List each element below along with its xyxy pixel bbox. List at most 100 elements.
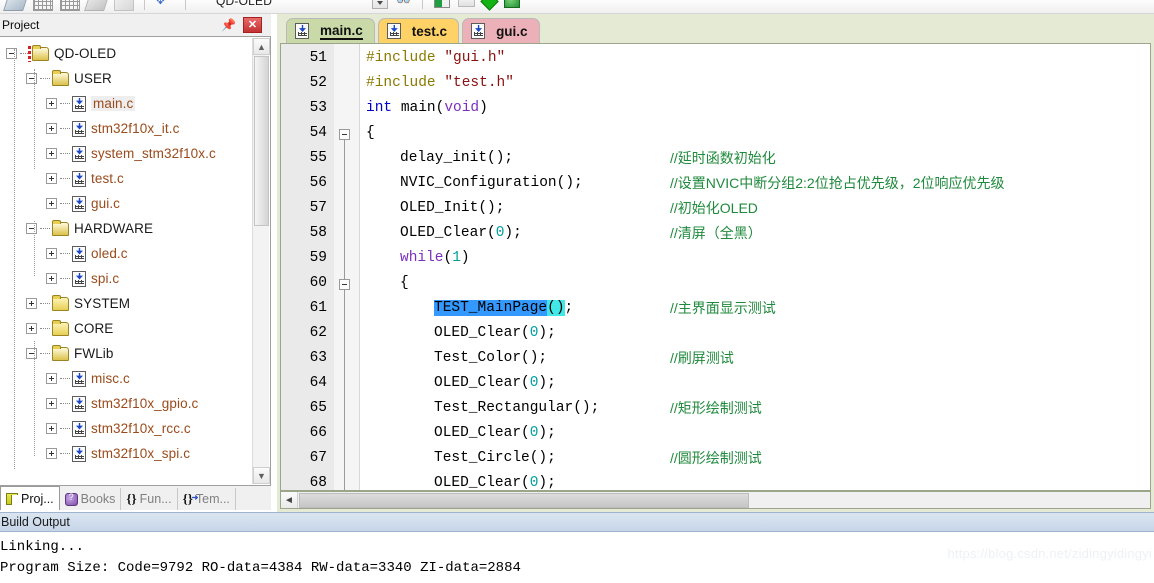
collapse-icon[interactable] (457, 0, 475, 7)
tree-item-label: oled.c (91, 246, 128, 261)
tree-connector (60, 153, 70, 154)
tree-item-stm32f10x-spi-c[interactable]: stm32f10x_spi.c (0, 441, 248, 466)
code-text: #include "gui.h" (366, 46, 505, 71)
tree-item-core[interactable]: CORE (0, 316, 248, 341)
code-text: { (400, 271, 409, 296)
c-file-icon (72, 195, 86, 212)
chevron-left-icon[interactable]: ◄ (281, 492, 298, 508)
close-icon[interactable]: ✕ (243, 17, 262, 33)
code-token: Test_Color (434, 350, 522, 366)
code-editor[interactable]: 51 #include "gui.h" 52 #include "test.h" 53 i… (280, 43, 1151, 491)
panel-tab-books[interactable]: Books (60, 488, 122, 510)
toolbar-icon-group: ✥ (3, 0, 189, 11)
code-token: void (444, 100, 480, 116)
collapse-icon[interactable] (6, 48, 17, 59)
tree-item-label: main.c (91, 96, 136, 111)
expand-icon[interactable] (46, 273, 57, 284)
collapse-icon[interactable] (26, 348, 37, 359)
code-token: ( (521, 325, 530, 341)
folder-open-icon (52, 344, 69, 361)
tree-item-hardware[interactable]: HARDWARE (0, 216, 248, 241)
expand-icon[interactable] (46, 248, 57, 259)
project-panel: Project 📌 ✕ QD-OLED USER main.c stm32f10x_i… (0, 14, 271, 510)
code-line: 63 Test_Color(); //刷屏测试 (281, 346, 1150, 371)
tree-item-test-c[interactable]: test.c (0, 166, 248, 191)
project-tree-scrollbar[interactable]: ▲ ▼ (252, 38, 270, 484)
code-token: (); (556, 175, 583, 191)
debug-icon[interactable] (480, 0, 499, 11)
target-combo-icon[interactable] (372, 0, 388, 9)
tree-item-oled-c[interactable]: oled.c (0, 241, 248, 266)
expand-icon[interactable] (26, 298, 37, 309)
grid-icon-2[interactable] (60, 0, 80, 11)
project-panel-header: Project 📌 ✕ (0, 14, 271, 36)
code-line: 61 TEST_MainPage(); //主界面显示测试 (281, 296, 1150, 321)
expand-icon[interactable] (46, 173, 57, 184)
scrollbar-thumb[interactable] (254, 56, 269, 226)
tree-item-label: USER (74, 71, 112, 86)
sheets-icon[interactable] (84, 0, 110, 11)
project-tree-container[interactable]: QD-OLED USER main.c stm32f10x_it.c system_st… (0, 36, 271, 486)
book-icon[interactable] (3, 0, 29, 11)
panel-tab-proj[interactable]: Proj... (0, 486, 60, 510)
build-all-icon[interactable]: ✥ (155, 0, 175, 11)
tree-item-fwlib[interactable]: FWLib (0, 341, 248, 366)
tree-item-label: gui.c (91, 196, 121, 211)
window-icon[interactable] (433, 0, 450, 8)
tree-item-label: test.c (91, 171, 124, 186)
tree-item-stm32f10x-gpio-c[interactable]: stm32f10x_gpio.c (0, 391, 248, 416)
panel-tab-fun[interactable]: {} Fun... (121, 488, 178, 510)
binoculars-icon[interactable]: 👓 (396, 0, 411, 8)
tree-item-qd-oled[interactable]: QD-OLED (0, 41, 248, 66)
collapse-icon[interactable] (26, 223, 37, 234)
expand-icon[interactable] (46, 123, 57, 134)
panel-tab-tem[interactable]: {}Tem... (178, 488, 236, 510)
tree-item-system[interactable]: SYSTEM (0, 291, 248, 316)
c-file-icon (72, 420, 86, 437)
tree-item-user[interactable]: USER (0, 66, 248, 91)
build-output-header: Build Output (0, 512, 1154, 532)
panel-tab-label: Books (80, 492, 116, 506)
editor-tab-mainc[interactable]: main.c (286, 18, 375, 43)
expand-icon[interactable] (46, 98, 57, 109)
tree-item-stm32f10x-rcc-c[interactable]: stm32f10x_rcc.c (0, 416, 248, 441)
browse-icon[interactable] (503, 0, 520, 8)
code-text: OLED_Clear(0); (434, 421, 556, 446)
tree-item-misc-c[interactable]: misc.c (0, 366, 248, 391)
tree-guide-line-3 (34, 341, 35, 456)
tree-item-spi-c[interactable]: spi.c (0, 266, 248, 291)
line-number: 58 (309, 225, 327, 241)
editor-tab-testc[interactable]: test.c (377, 18, 460, 43)
expand-icon[interactable] (46, 198, 57, 209)
pin-icon[interactable]: 📌 (221, 18, 236, 32)
tree-item-main-c[interactable]: main.c (0, 91, 248, 116)
expand-icon[interactable] (46, 148, 57, 159)
expand-icon[interactable] (46, 398, 57, 409)
expand-icon[interactable] (46, 448, 57, 459)
code-line: 67 Test_Circle(); //圆形绘制测试 (281, 446, 1150, 471)
target-folder-icon (28, 44, 49, 62)
code-line: 65 Test_Rectangular(); //矩形绘制测试 (281, 396, 1150, 421)
editor-tab-guic[interactable]: gui.c (462, 18, 540, 43)
chevron-down-icon[interactable]: ▼ (253, 467, 270, 484)
delete-sheet-icon[interactable] (114, 0, 134, 11)
grid-icon[interactable] (33, 0, 53, 11)
expand-icon[interactable] (46, 423, 57, 434)
chevron-up-icon[interactable]: ▲ (253, 38, 270, 55)
hscrollbar-thumb[interactable] (299, 492, 749, 508)
collapse-icon[interactable] (26, 73, 37, 84)
code-line: 52 #include "test.h" (281, 71, 1150, 96)
tree-item-label: misc.c (91, 371, 130, 386)
editor-horizontal-scrollbar[interactable]: ◄ (280, 491, 1151, 509)
project-icon (6, 492, 19, 505)
tree-item-system-stm32f10x-c[interactable]: system_stm32f10x.c (0, 141, 248, 166)
expand-icon[interactable] (46, 373, 57, 384)
line-number: 51 (309, 50, 327, 66)
folder-open-icon (52, 69, 69, 86)
tree-item-stm32f10x-it-c[interactable]: stm32f10x_it.c (0, 116, 248, 141)
tree-item-gui-c[interactable]: gui.c (0, 191, 248, 216)
watermark: https://blog.csdn.net/zidingyidingyi (947, 546, 1152, 561)
expand-icon[interactable] (26, 323, 37, 334)
line-number: 54 (309, 125, 327, 141)
